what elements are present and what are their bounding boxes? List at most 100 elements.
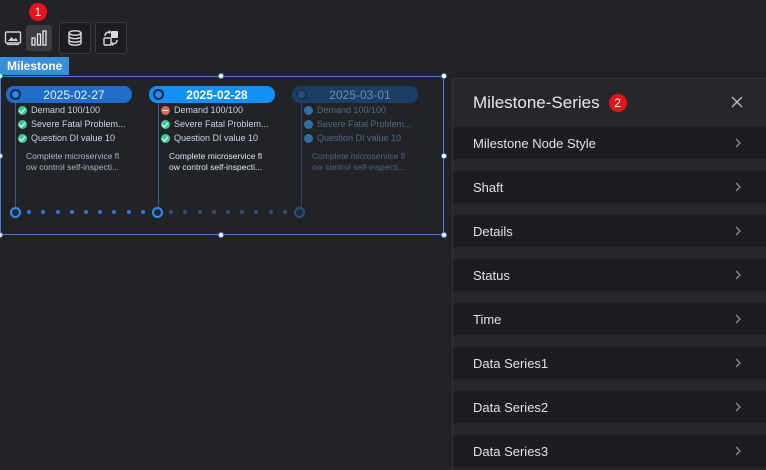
detail-text: Question DI value 10 — [174, 133, 259, 143]
chevron-right-icon — [735, 270, 741, 280]
chevron-right-icon — [735, 314, 741, 324]
timeline-dot — [211, 210, 216, 214]
milestone-description: Complete microservice fl ow control self… — [169, 151, 263, 172]
panel-section-label: Data Series3 — [473, 443, 549, 459]
status-ok-icon — [18, 119, 27, 129]
chevron-right-icon — [735, 446, 741, 456]
panel-section-status[interactable]: Status — [453, 259, 766, 291]
resize-handle-bottom-left[interactable] — [0, 232, 3, 238]
data-source-button[interactable] — [59, 22, 91, 54]
milestone-node-icon — [296, 89, 307, 100]
panel-section-shaft[interactable]: Shaft — [453, 171, 766, 203]
milestone-detail-item: Demand 100/100 — [304, 103, 418, 117]
toolbar-group-components — [0, 22, 55, 54]
status-ok-icon — [18, 105, 27, 115]
timeline-node — [151, 206, 163, 218]
detail-text: Demand 100/100 — [31, 105, 101, 115]
milestone-connector — [15, 103, 16, 213]
detail-text: Question DI value 10 — [317, 133, 402, 143]
chevron-right-icon — [735, 226, 741, 236]
milestone-detail-item: Question DI value 10 — [18, 131, 132, 145]
timeline-node — [293, 206, 305, 218]
milestone-description: Complete microservice fl ow control self… — [26, 151, 120, 172]
close-icon[interactable] — [730, 95, 744, 109]
toolbar — [0, 22, 127, 54]
panel-section-label: Shaft — [473, 179, 504, 195]
timeline-dot — [282, 210, 287, 214]
detail-text: Demand 100/100 — [317, 105, 387, 115]
status-error-icon — [161, 105, 170, 115]
interaction-button[interactable] — [95, 22, 127, 54]
milestone-node-icon — [10, 89, 21, 100]
panel-section-time[interactable]: Time — [453, 303, 766, 335]
chart-icon — [31, 30, 47, 46]
step-badge-1: 1 — [29, 3, 47, 21]
panel-section-label: Details — [473, 223, 513, 239]
panel-section-label: Status — [473, 267, 510, 283]
milestone-detail-item: Demand 100/100 — [161, 103, 275, 117]
panel-section-label: Time — [473, 311, 502, 327]
resize-handle-bottom-right[interactable] — [441, 232, 447, 238]
timeline-dot — [84, 210, 88, 214]
milestone-detail-item: Severe Fatal Problem... — [161, 117, 275, 131]
resize-handle-bottom[interactable] — [218, 232, 224, 238]
milestone-detail-item: Demand 100/100 — [18, 103, 132, 117]
status-pending-icon — [304, 119, 313, 129]
component-name-tag[interactable]: Milestone — [0, 57, 70, 75]
resize-handle-top-right[interactable] — [441, 73, 447, 79]
milestone-date: 2025-02-28 — [186, 87, 248, 102]
timeline-node — [9, 206, 21, 218]
milestone-detail-item: Severe Fatal Problem... — [304, 117, 418, 131]
image-icon — [4, 31, 22, 46]
timeline-dot — [55, 210, 60, 214]
database-icon — [68, 30, 82, 46]
detail-text: Question DI value 10 — [31, 133, 116, 143]
property-panel: Milestone-Series 2 Milestone Node Style S… — [452, 78, 766, 470]
milestone-node-icon — [153, 89, 164, 100]
chevron-right-icon — [735, 402, 741, 412]
panel-section-label: Data Series1 — [473, 355, 549, 371]
panel-section-data-series1[interactable]: Data Series1 — [453, 347, 766, 379]
panel-section-label: Milestone Node Style — [473, 135, 596, 151]
chevron-right-icon — [735, 138, 741, 148]
status-ok-icon — [18, 133, 27, 143]
detail-text: Demand 100/100 — [174, 105, 244, 115]
panel-title: Milestone-Series — [473, 93, 600, 112]
status-pending-icon — [304, 133, 313, 143]
milestone-detail-item: Question DI value 10 — [161, 131, 275, 145]
chevron-right-icon — [735, 182, 741, 192]
resize-handle-right[interactable] — [441, 153, 447, 159]
status-pending-icon — [304, 105, 313, 115]
timeline-dot — [197, 210, 202, 214]
chevron-right-icon — [735, 358, 741, 368]
step-badge-2: 2 — [608, 94, 627, 112]
panel-section-data-series2[interactable]: Data Series2 — [453, 391, 766, 423]
status-ok-icon — [161, 133, 170, 143]
resize-handle-top[interactable] — [218, 73, 224, 79]
chart-component-button[interactable] — [26, 25, 52, 51]
status-ok-icon — [161, 119, 170, 129]
image-component-button[interactable] — [0, 25, 26, 51]
milestone-detail-item: Question DI value 10 — [304, 131, 418, 145]
panel-section-milestone-node-style[interactable]: Milestone Node Style — [453, 127, 766, 159]
panel-header: Milestone-Series 2 — [453, 79, 766, 127]
interaction-icon — [103, 30, 118, 46]
panel-section-data-series3[interactable]: Data Series3 — [453, 435, 766, 467]
detail-text: Severe Fatal Problem... — [174, 119, 269, 129]
timeline-dot — [69, 210, 74, 214]
milestone-date-pill: 2025-02-27 — [6, 86, 132, 103]
detail-text: Severe Fatal Problem... — [317, 119, 412, 129]
panel-section-label: Data Series2 — [473, 399, 549, 415]
milestone-date-pill: 2025-02-28 — [149, 86, 275, 103]
milestone-detail-item: Severe Fatal Problem... — [18, 117, 132, 131]
milestone-date: 2025-02-27 — [43, 87, 105, 102]
milestone-connector — [158, 103, 159, 213]
milestone-date-pill: 2025-03-01 — [292, 86, 418, 103]
milestone-card: 2025-03-01 Demand 100/100 Severe Fatal P… — [292, 86, 418, 213]
timeline-dot — [226, 210, 230, 214]
panel-section-details[interactable]: Details — [453, 215, 766, 247]
timeline-dot — [140, 210, 145, 214]
timeline-dot — [126, 210, 131, 214]
milestone-date: 2025-03-01 — [329, 87, 391, 102]
timeline-dot — [268, 210, 273, 214]
